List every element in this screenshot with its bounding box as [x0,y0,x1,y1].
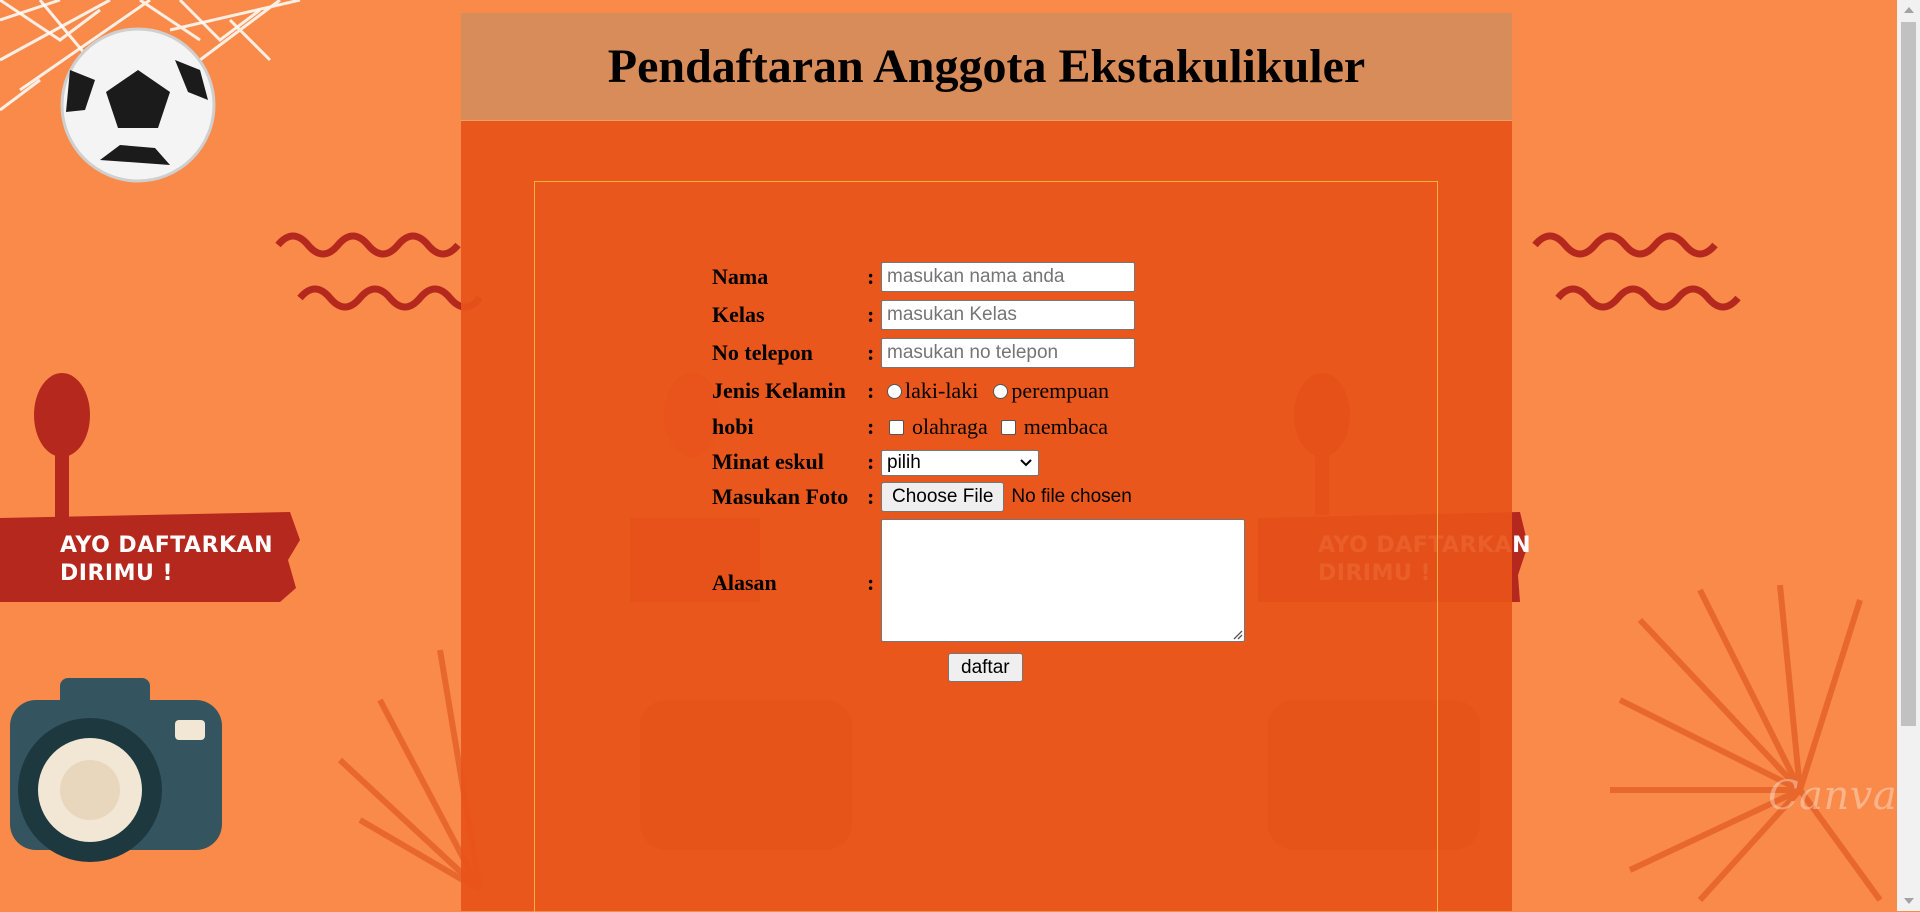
choose-file-button[interactable]: Choose File [881,482,1005,512]
radio-button[interactable] [993,383,1009,399]
scroll-up-arrow-icon[interactable] [1897,0,1920,20]
checkbox-option-membaca[interactable]: membaca [996,414,1108,440]
foto-label: Masukan Foto [712,484,849,509]
hobi-options: olahraga membaca [884,414,1108,440]
kelas-input[interactable] [881,300,1135,330]
vertical-scrollbar[interactable] [1897,0,1920,911]
chevron-down-icon [1020,459,1032,467]
checkbox-label: olahraga [912,414,988,439]
minat-separator: : [867,449,875,474]
nama-separator: : [867,264,875,289]
radio-button[interactable] [887,383,902,399]
daftar-button[interactable]: daftar [948,653,1023,682]
camera-graphic [10,678,222,862]
jenis-kelamin-separator: : [867,378,875,403]
page-title: Pendaftaran Anggota Ekstakulikuler [607,40,1366,93]
jenis-kelamin-label: Jenis Kelamin [712,378,846,403]
radio-option-perempuan[interactable]: perempuan [990,378,1109,404]
radio-label: perempuan [1011,378,1110,403]
radio-label: laki-laki [905,378,979,403]
soccer-ball-graphic [60,27,216,183]
alasan-textarea[interactable] [881,519,1245,642]
kelas-label: Kelas [712,302,765,327]
file-status: No file chosen [1011,486,1132,507]
checkbox[interactable] [889,419,904,435]
minat-select[interactable]: pilih [881,450,1039,476]
foto-separator: : [867,484,875,509]
checkbox[interactable] [1000,419,1016,435]
minat-selected-value: pilih [887,452,921,473]
alasan-separator: : [867,570,875,595]
telepon-label: No telepon [712,340,813,365]
hobi-separator: : [867,414,875,439]
resize-handle-icon[interactable] [1231,628,1243,640]
minat-label: Minat eskul [712,449,824,474]
hobi-label: hobi [712,414,754,439]
scroll-down-arrow-icon[interactable] [1897,891,1920,911]
nama-label: Nama [712,264,769,289]
kelas-separator: : [867,302,875,327]
canva-watermark: Canva [1768,773,1897,819]
nama-input[interactable] [881,262,1135,292]
telepon-separator: : [867,340,875,365]
telepon-input[interactable] [881,338,1135,368]
checkbox-label: membaca [1023,414,1109,439]
page-header: Pendaftaran Anggota Ekstakulikuler [461,13,1512,121]
file-input: Choose File No file chosen [881,482,1132,512]
jenis-kelamin-options: laki-laki perempuan [884,378,1109,404]
checkbox-option-olahraga[interactable]: olahraga [884,414,988,440]
banner-text: AYO DAFTARKAN DIRIMU ! [60,533,273,586]
alasan-label: Alasan [712,570,777,595]
radio-option-laki-laki[interactable]: laki-laki [884,378,978,404]
scroll-thumb[interactable] [1901,22,1916,726]
